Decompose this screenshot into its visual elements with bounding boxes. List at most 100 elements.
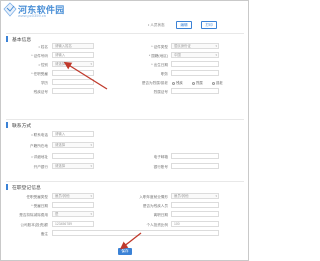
section-marker	[6, 184, 8, 190]
chevron-down-icon: ▾	[90, 212, 92, 216]
watermark-logo-icon	[3, 2, 17, 17]
gender-value: 请选择	[55, 62, 66, 66]
chevron-down-icon: ▾	[215, 44, 217, 48]
radio-dot	[192, 81, 195, 85]
watermark-url: www.pc0359.cn	[18, 13, 47, 18]
form-row: * 受雇日期 是否为残疾人员	[6, 202, 244, 209]
form-row: 任职受雇类型 雇员/其他 ▾ 入职年度就业情形 雇员/其他 ▾	[6, 193, 244, 200]
leave-input[interactable]	[171, 211, 219, 217]
name-input[interactable]: 请输入姓名	[52, 43, 94, 49]
section-marker	[6, 36, 8, 42]
education-input[interactable]	[52, 79, 94, 85]
chevron-down-icon: ▾	[90, 194, 92, 198]
section-enterprise: 在职登记信息	[6, 181, 244, 191]
type-select[interactable]: 雇员/其他 ▾	[52, 193, 94, 199]
idno-label: * 证件号码	[31, 54, 48, 58]
email-input[interactable]	[171, 153, 219, 159]
job-input[interactable]	[52, 70, 94, 76]
chevron-down-icon: ▾	[215, 194, 217, 198]
form-row: 备注	[6, 230, 244, 237]
form-row: 开户银行 请选择 ▾ 银行账号	[6, 163, 244, 170]
account-input[interactable]	[171, 163, 219, 169]
cert-input[interactable]	[52, 88, 94, 94]
radio-dot	[212, 81, 215, 85]
cert2-input[interactable]	[171, 88, 219, 94]
detail-label: • 详细地址	[31, 155, 48, 159]
radio-elderly[interactable]: 孤老	[212, 80, 223, 85]
nation-value: 中国	[174, 53, 181, 57]
save-button[interactable]: 保存	[118, 248, 132, 255]
chevron-down-icon: ▾	[90, 62, 92, 66]
form-row: • 联系电话 请输入	[6, 131, 244, 138]
job-label: * 任职受雇	[31, 72, 48, 76]
remark-label: 备注	[40, 232, 48, 236]
form-row: * 证件号码 请输入 * 国籍(地区) 中国 ▾	[6, 52, 244, 59]
nation-select[interactable]: 中国 ▾	[171, 52, 219, 58]
date-label: * 受雇日期	[31, 204, 48, 208]
person-label: 是否为残疾人员	[142, 204, 168, 208]
idtype-select[interactable]: 居民身份证 ▾	[171, 43, 219, 49]
toolbar: • 人员状态 编辑 打印	[1, 20, 250, 30]
start-select[interactable]: 雇员/其他 ▾	[171, 193, 219, 199]
ratio-input[interactable]: 100	[171, 221, 219, 227]
remark-input[interactable]	[52, 230, 219, 236]
start-label: 入职年度就业情形	[139, 195, 168, 199]
salary-input[interactable]: 123456789	[52, 221, 94, 227]
nation-label: * 国籍(地区)	[148, 54, 168, 58]
idtype-value: 居民身份证	[174, 44, 191, 48]
section-contact: 联系方式	[6, 119, 244, 129]
form-row: * 任职受雇 职务	[6, 70, 244, 77]
position-label: 职务	[160, 72, 168, 76]
form-row: • 性别 请选择 ▾ * 出生日期	[6, 61, 244, 68]
radio-elderly-label: 孤老	[216, 81, 223, 85]
tax-select[interactable]: 是 ▾	[52, 211, 94, 217]
gender-label: • 性别	[38, 63, 48, 67]
form-row: 公司股本(投资)额 123456789 个人投资比例 100	[6, 221, 244, 228]
section-title-contact: 联系方式	[12, 124, 32, 129]
chevron-down-icon: ▾	[90, 164, 92, 168]
email-label: 电子邮箱	[153, 155, 168, 159]
phone-input[interactable]: 请输入	[52, 131, 94, 137]
leave-label: 离职日期	[153, 213, 168, 217]
person-input[interactable]	[171, 202, 219, 208]
edit-button[interactable]: 编辑	[176, 21, 192, 29]
section-title-basic: 基本信息	[12, 38, 32, 43]
birth-label: * 出生日期	[151, 63, 168, 67]
phone-label: • 联系电话	[31, 133, 48, 137]
radio-martyr-label: 烈属	[196, 81, 203, 85]
idno-input[interactable]: 请输入	[52, 52, 94, 58]
bank-select[interactable]: 请选择 ▾	[52, 163, 94, 169]
form-row: • 详细地址 电子邮箱	[6, 153, 244, 160]
radio-disabled[interactable]: 残疾	[172, 80, 183, 85]
tax-label: 是否扣除减除费用	[19, 213, 48, 217]
chevron-down-icon: ▾	[215, 53, 217, 57]
cert2-label: 烈属证号	[153, 90, 168, 94]
radio-disabled-label: 残疾	[176, 81, 183, 85]
radio-dot	[172, 81, 175, 85]
education-label: 学历	[40, 81, 48, 85]
detail-input[interactable]	[52, 153, 94, 159]
cert-label: 残疾证号	[33, 90, 48, 94]
ratio-label: 个人投资比例	[146, 223, 168, 227]
print-button[interactable]: 打印	[201, 21, 217, 29]
start-value: 雇员/其他	[174, 194, 189, 198]
salary-label: 公司股本(投资)额	[20, 223, 48, 227]
gender-select[interactable]: 请选择 ▾	[52, 61, 94, 67]
bank-value: 请选择	[55, 164, 66, 168]
addr-select[interactable]: 请选择 ▾	[52, 142, 94, 148]
form-row: 户籍所在地 请选择 ▾	[6, 142, 244, 149]
addr-label: 户籍所在地	[30, 144, 48, 148]
birth-input[interactable]	[171, 61, 219, 67]
form-row: 是否扣除减除费用 是 ▾ 离职日期	[6, 211, 244, 218]
tax-value: 是	[55, 212, 59, 216]
radio-martyr[interactable]: 烈属	[192, 80, 203, 85]
type-value: 雇员/其他	[55, 194, 70, 198]
addr-value: 请选择	[55, 143, 66, 147]
section-marker	[6, 122, 8, 128]
status-label: • 人员状态	[148, 23, 165, 27]
date-input[interactable]	[52, 202, 94, 208]
section-title-enterprise: 在职登记信息	[12, 186, 41, 191]
position-input[interactable]	[171, 70, 219, 76]
account-label: 银行账号	[153, 165, 168, 169]
form-row: 学历 是否为烈属/孤老 残疾 烈属 孤老	[6, 79, 244, 86]
